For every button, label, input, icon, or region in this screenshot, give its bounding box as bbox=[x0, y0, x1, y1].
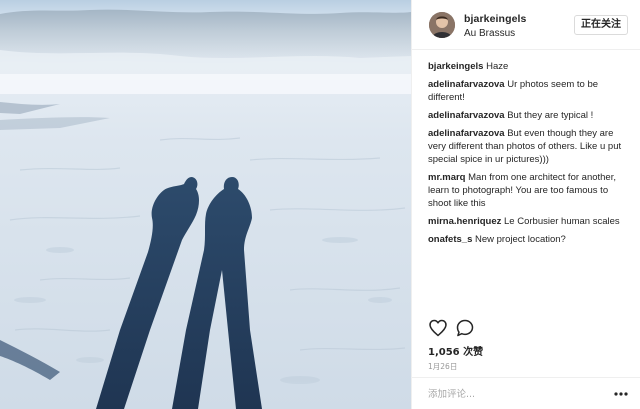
comment-item: bjarkeingels Haze bbox=[428, 60, 632, 73]
comment-author[interactable]: mr.marq bbox=[428, 172, 466, 183]
comment-text: Haze bbox=[486, 61, 509, 72]
heart-icon[interactable] bbox=[428, 318, 448, 338]
comment-item: mirna.henriquez Le Corbusier human scale… bbox=[428, 215, 632, 228]
comment-author[interactable]: adelinafarvazova bbox=[428, 128, 505, 139]
comment-item: mr.marq Man from one architect for anoth… bbox=[428, 171, 632, 210]
header-location[interactable]: Au Brassus bbox=[464, 28, 515, 39]
post-header: bjarkeingels Au Brassus 正在关注 bbox=[412, 0, 640, 50]
avatar[interactable] bbox=[429, 12, 455, 38]
following-button[interactable]: 正在关注 bbox=[574, 15, 628, 35]
comment-text: New project location? bbox=[475, 234, 566, 245]
header-username[interactable]: bjarkeingels bbox=[464, 13, 526, 25]
comment-text: Le Corbusier human scales bbox=[504, 216, 620, 227]
comment-author[interactable]: mirna.henriquez bbox=[428, 216, 501, 227]
post-photo[interactable] bbox=[0, 0, 411, 409]
ellipsis-icon[interactable] bbox=[612, 386, 630, 402]
add-comment-bar bbox=[412, 377, 640, 409]
avatar-image bbox=[429, 12, 455, 38]
post-photo-image bbox=[0, 0, 411, 409]
comment-item: adelinafarvazova But they are typical ! bbox=[428, 109, 632, 122]
comment-list: bjarkeingels Haze adelinafarvazova Ur ph… bbox=[428, 60, 632, 251]
comment-author[interactable]: bjarkeingels bbox=[428, 61, 483, 72]
comment-author[interactable]: onafets_s bbox=[428, 234, 472, 245]
post-actions bbox=[428, 318, 628, 338]
comment-author[interactable]: adelinafarvazova bbox=[428, 110, 505, 121]
comment-item: adelinafarvazova Ur photos seem to be di… bbox=[428, 78, 632, 104]
post-date: 1月26日 bbox=[428, 362, 458, 371]
comment-item: adelinafarvazova But even though they ar… bbox=[428, 127, 632, 166]
comment-item: onafets_s New project location? bbox=[428, 233, 632, 246]
likes-count[interactable]: 1,056 次赞 bbox=[428, 343, 483, 358]
add-comment-input[interactable] bbox=[428, 386, 598, 402]
post-side-panel: bjarkeingels Au Brassus 正在关注 bjarkeingel… bbox=[411, 0, 640, 409]
comment-author[interactable]: adelinafarvazova bbox=[428, 79, 505, 90]
comment-bubble-icon[interactable] bbox=[455, 318, 475, 338]
comment-text: But they are typical ! bbox=[507, 110, 594, 121]
